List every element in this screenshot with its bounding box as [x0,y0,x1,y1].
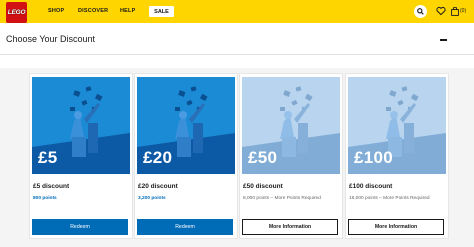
bag-icon [451,6,459,16]
discount-image: £5 [32,77,130,174]
search-button[interactable] [414,5,427,18]
nav-shop[interactable]: SHOP [48,8,64,14]
sale-button[interactable]: SALE [149,6,174,17]
discount-value: £20 [143,148,173,167]
discount-card: £50 £50 discount 8,000 points – More Point… [239,73,343,239]
redeem-button[interactable]: Redeem [32,219,128,235]
bag-button[interactable]: (0) [451,6,466,16]
discount-points: 800 points [33,196,57,201]
discount-name: £100 discount [349,183,393,190]
more-information-button[interactable]: More Information [242,219,338,235]
minus-icon[interactable] [440,39,447,41]
discount-image: £50 [242,77,340,174]
bag-count: (0) [460,8,467,14]
more-information-button[interactable]: More Information [348,219,444,235]
discount-value: £5 [38,148,58,167]
nav-discover[interactable]: DISCOVER [78,8,108,14]
discount-value: £100 [354,148,394,167]
heart-icon[interactable] [436,6,446,16]
discount-value: £50 [248,148,278,167]
section-title: Choose Your Discount [6,34,96,44]
search-icon [417,8,424,15]
discount-image: £100 [348,77,446,174]
redeem-button[interactable]: Redeem [137,219,233,235]
discount-card: £5 £5 discount 800 points Redeem [29,73,133,239]
discount-card: £20 £20 discount 3,200 points Redeem [134,73,238,239]
section-divider [0,54,474,55]
top-navigation-bar: LEGO SHOP DISCOVER HELP SALE (0) [0,0,474,23]
discount-points: 8,000 points – More Points Required [243,196,321,201]
discount-image: £20 [137,77,235,174]
discount-name: £50 discount [243,183,283,190]
discount-points: 16,000 points – More Points Required [349,196,430,201]
nav-help[interactable]: HELP [120,8,135,14]
discount-name: £5 discount [33,183,70,190]
lego-logo[interactable]: LEGO [6,2,27,23]
discount-name: £20 discount [138,183,178,190]
discount-card: £100 £100 discount 16,000 points – More Po… [345,73,449,239]
discount-points: 3,200 points [138,196,166,201]
logo-text: LEGO [7,9,26,16]
